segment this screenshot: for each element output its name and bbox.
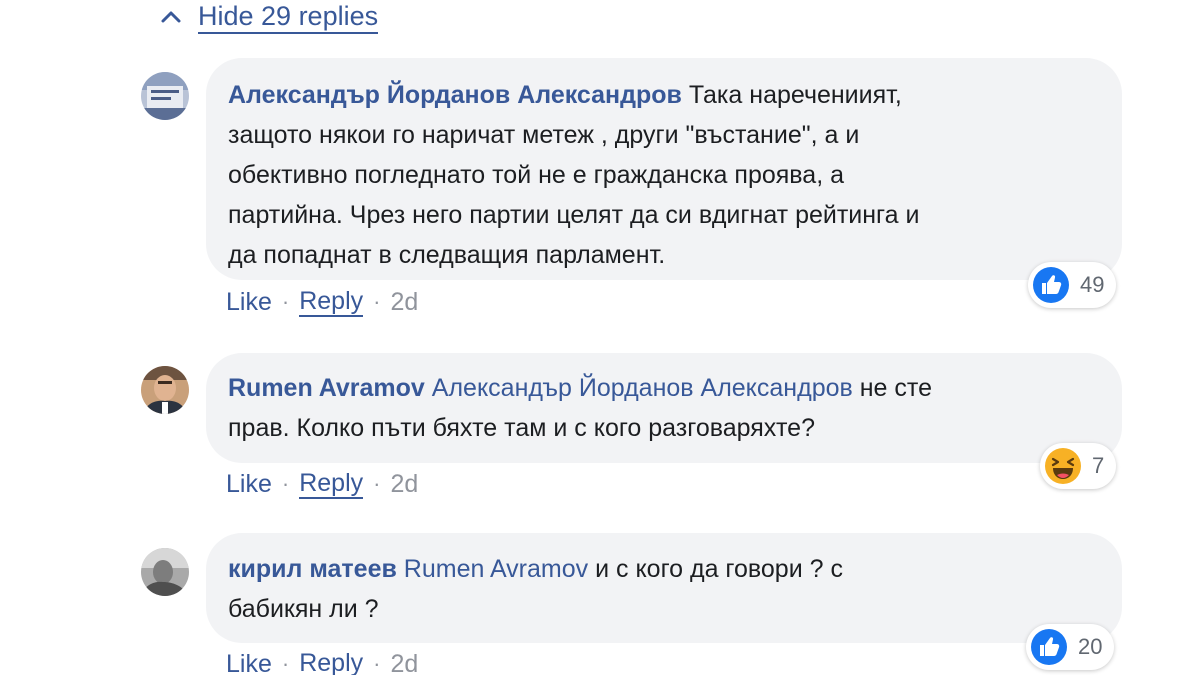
comment-text-line: защото някои го наричат метеж , други "в… [228,121,860,149]
separator: · [281,289,290,314]
haha-icon [1045,448,1081,484]
mention-link[interactable]: Rumen Avramov [404,555,588,583]
avatar-image [141,366,189,414]
hide-replies-toggle[interactable]: Hide 29 replies [160,0,379,34]
like-icon [1031,629,1067,665]
like-button[interactable]: Like [226,470,272,499]
comment-text-line: и с кого да говори ? с [595,555,843,583]
reply-button[interactable]: Reply [299,287,364,317]
mention-link[interactable]: Александър Йорданов Александров [432,374,853,402]
reaction-summary[interactable]: 49 [1028,262,1117,308]
comment-author[interactable]: Rumen Avramov [228,374,425,402]
chevron-up-icon [161,11,181,23]
separator: · [281,651,290,675]
comment-author[interactable]: Александър Йорданов Александров [228,81,682,109]
comment-text-line: партийна. Чрез него партии целят да си в… [228,201,920,229]
comment-text-line: обективно погледнато той не е гражданска… [228,161,844,189]
avatar[interactable] [141,548,189,596]
separator: · [373,471,381,496]
comment-text-line: да попаднат в следващия парламент. [228,241,666,269]
comment-bubble: кирил матеев Rumen Avramov и с кого да г… [206,533,1122,643]
comment-timestamp[interactable]: 2d [390,288,418,317]
comment-text-line: прав. Колко пъти бяхте там и с кого разг… [228,414,815,442]
like-icon [1033,267,1069,303]
reaction-count: 49 [1080,272,1105,297]
separator: · [373,289,381,314]
reaction-summary[interactable]: 20 [1026,624,1115,670]
separator: · [281,471,290,496]
reaction-count: 20 [1078,634,1103,659]
like-button[interactable]: Like [226,288,272,317]
comment-actions: Like · Reply · 2d [226,468,418,500]
hide-replies-label: Hide 29 replies [198,1,379,34]
avatar[interactable] [141,72,189,120]
reply-button[interactable]: Reply [299,469,364,499]
separator: · [373,651,381,675]
comment-actions: Like · Reply · 2d [226,286,418,318]
avatar[interactable] [141,366,189,414]
comment-actions: Like · Reply · 2d [226,648,418,675]
comment-text-line: Така наречениият, [688,81,902,109]
comment-text-line: бабикян ли ? [228,595,379,623]
reaction-count: 7 [1092,453,1105,478]
like-button[interactable]: Like [226,650,272,675]
avatar-image [141,72,189,120]
comment-timestamp[interactable]: 2d [390,650,418,675]
reply-button[interactable]: Reply [299,649,363,675]
comment-bubble: Александър Йорданов Александров Така нар… [206,58,1122,280]
comment-text-line: не сте [859,374,932,402]
comment-author[interactable]: кирил матеев [228,555,397,583]
avatar-image [141,548,189,596]
reaction-summary[interactable]: 7 [1040,443,1117,489]
comment-timestamp[interactable]: 2d [390,470,418,499]
comment-bubble: Rumen Avramov Александър Йорданов Алекса… [206,353,1122,463]
